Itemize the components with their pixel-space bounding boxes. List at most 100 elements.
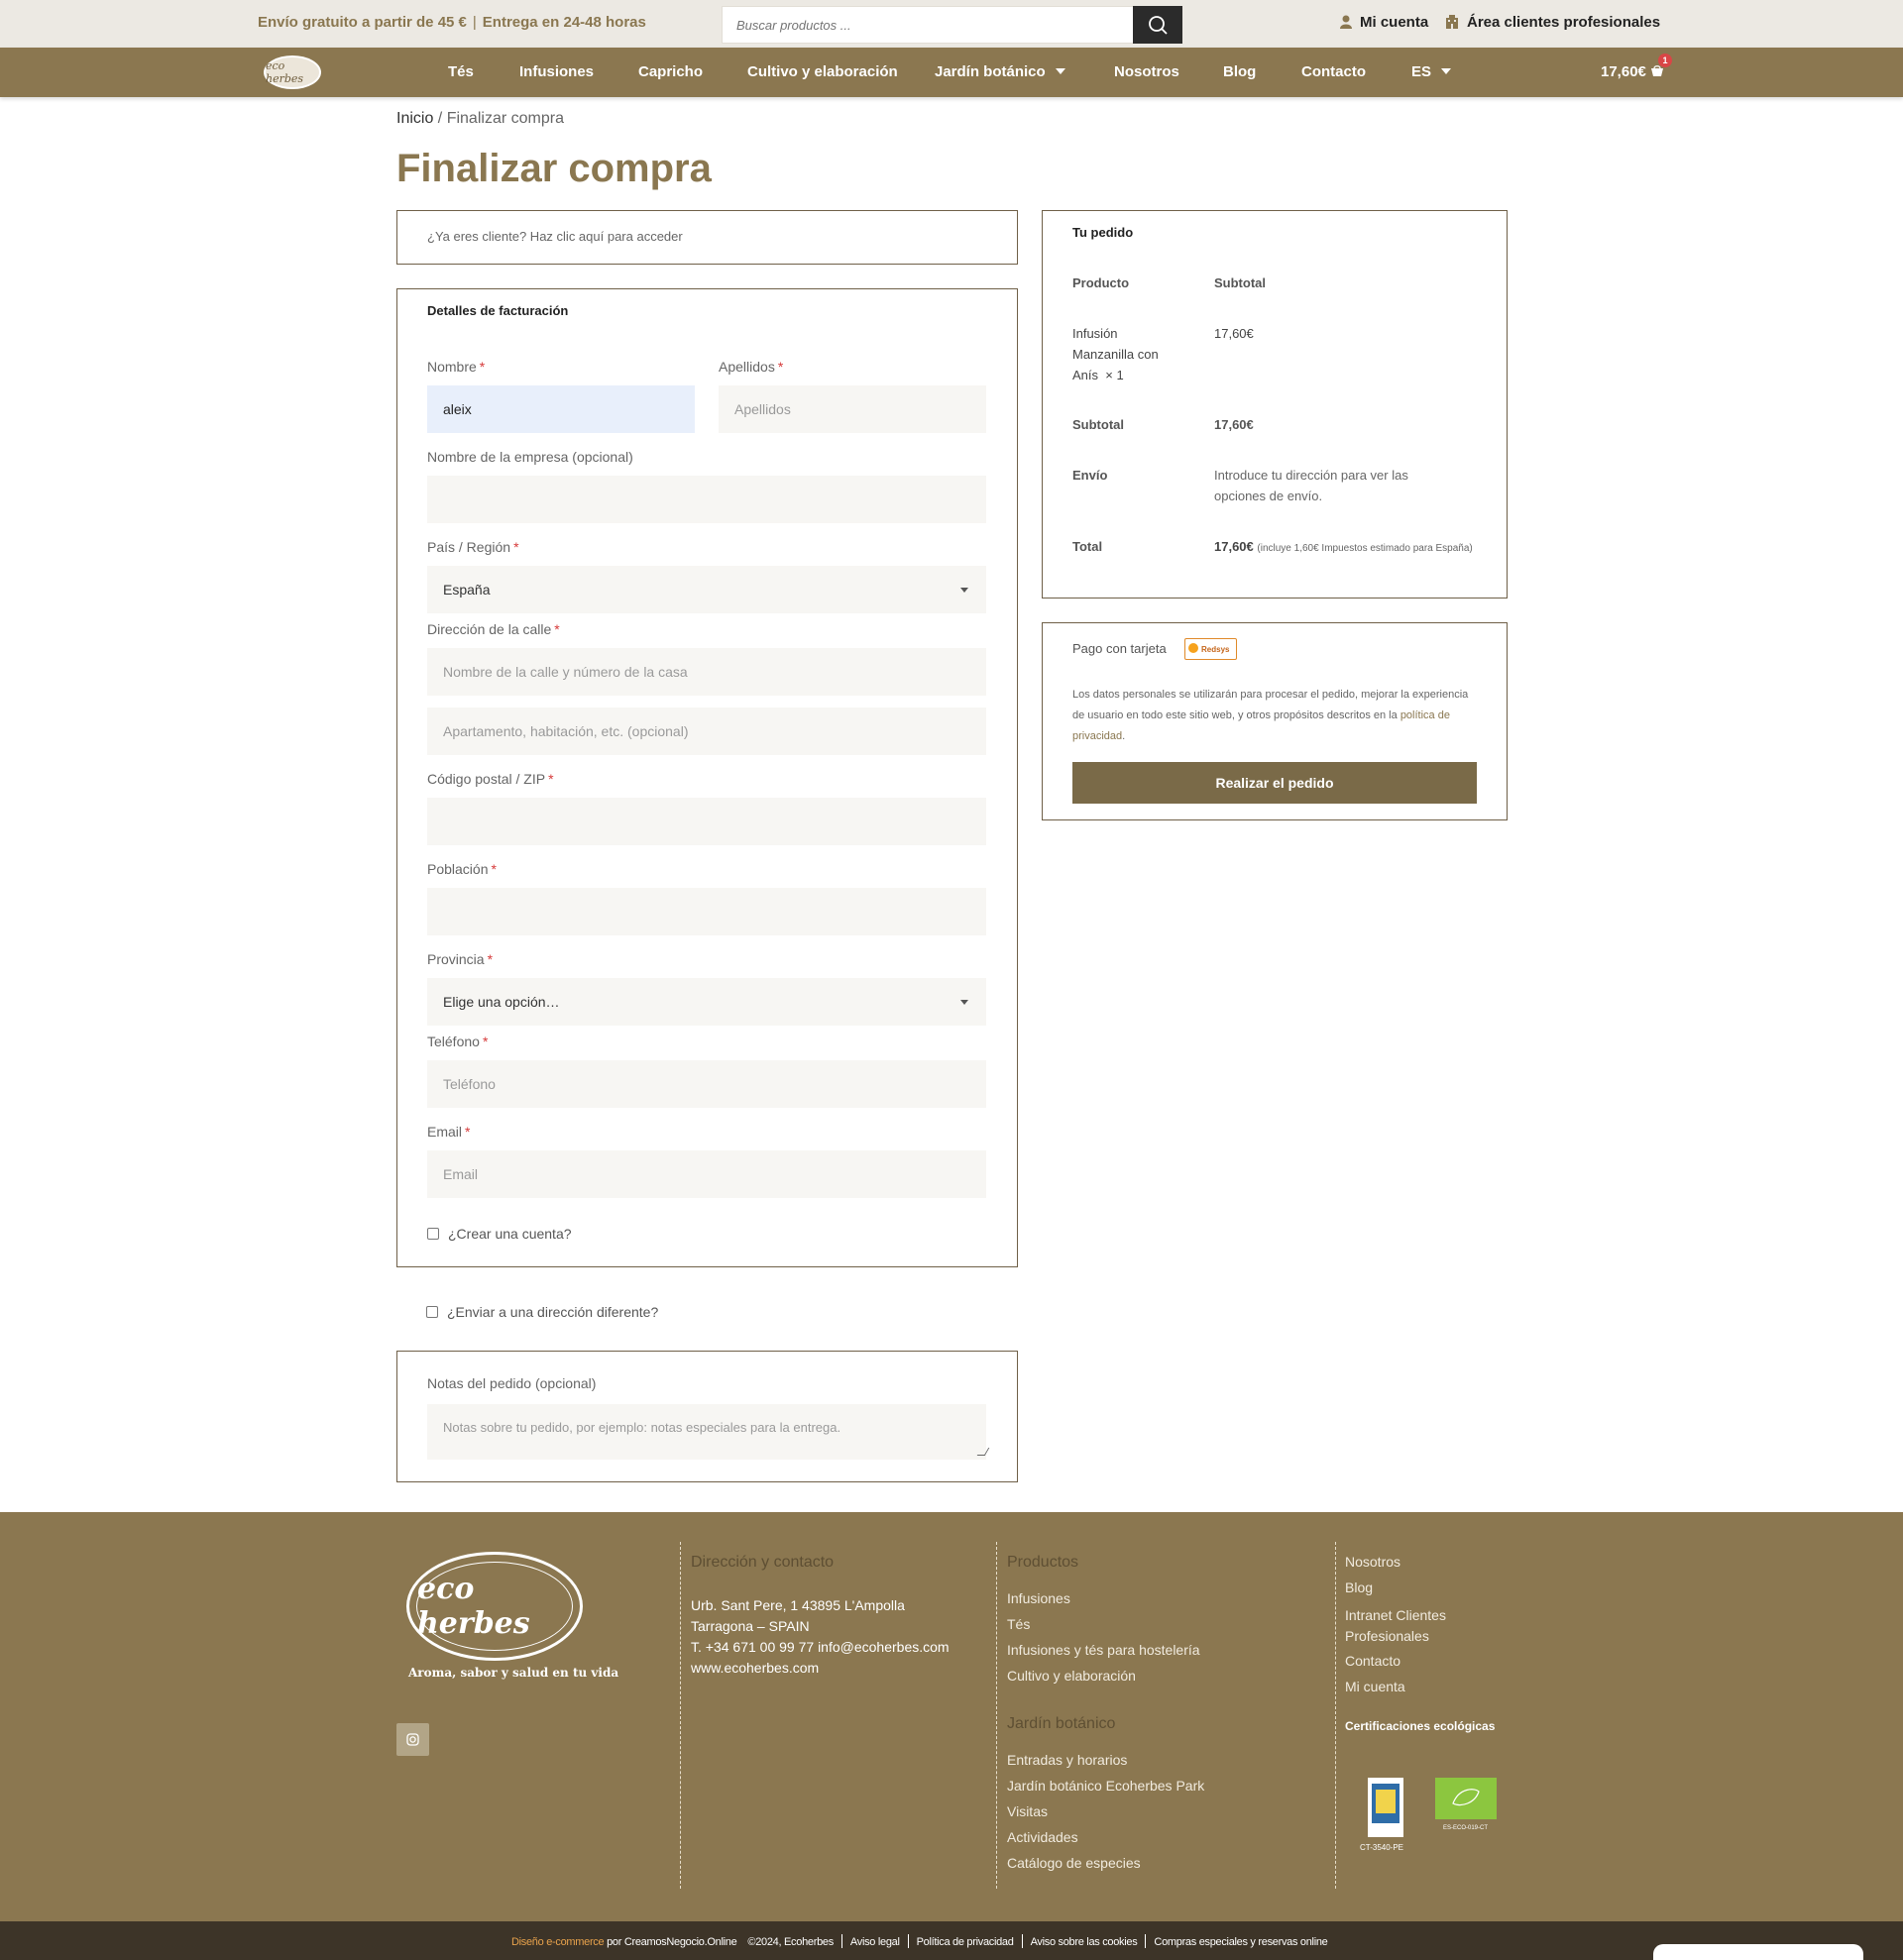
footer-link-infusiones[interactable]: Infusiones xyxy=(1007,1590,1070,1606)
footer-link-actividades[interactable]: Actividades xyxy=(1007,1829,1078,1845)
email-field[interactable]: Email xyxy=(427,1150,986,1198)
empresa-field[interactable] xyxy=(427,476,986,523)
order-summary: Tu pedido Producto Subtotal Infusión Man… xyxy=(1042,210,1508,599)
garden-heading: Jardín botánico xyxy=(1007,1715,1116,1732)
cookies-link[interactable]: Aviso sobre las cookies xyxy=(1031,1936,1138,1948)
order-heading: Tu pedido xyxy=(1072,225,1134,240)
apellidos-label: Apellidos * xyxy=(719,359,783,375)
chat-widget[interactable] xyxy=(1653,1944,1863,1960)
breadcrumb: Inicio / Finalizar compra xyxy=(396,110,564,128)
my-account-label: Mi cuenta xyxy=(1360,14,1429,31)
create-account-label[interactable]: ¿Crear una cuenta? xyxy=(448,1226,572,1242)
language-selector[interactable]: ES xyxy=(1411,63,1452,80)
apellidos-field[interactable]: Apellidos xyxy=(719,385,986,433)
cart-button[interactable]: 17,60€ 1 xyxy=(1601,54,1673,80)
create-account-checkbox[interactable] xyxy=(427,1228,439,1240)
redsys-dot-icon xyxy=(1188,643,1198,653)
site-logo[interactable]: eco herbes xyxy=(264,55,321,89)
nav-item-blog[interactable]: Blog xyxy=(1223,63,1256,80)
provincia-select[interactable]: Elige una opción… xyxy=(427,978,986,1026)
language-label: ES xyxy=(1411,63,1432,80)
phone[interactable]: T. +34 671 00 99 77 xyxy=(691,1639,814,1655)
email-label: Email * xyxy=(427,1124,470,1140)
shipping-label: Envío xyxy=(1072,468,1108,483)
search-input[interactable] xyxy=(723,7,1134,43)
poblacion-field[interactable] xyxy=(427,888,986,935)
redsys-text: Redsys xyxy=(1201,645,1230,654)
total-tax-note: (incluye 1,60€ Impuestos estimado para E… xyxy=(1257,543,1473,554)
cp-label: Código postal / ZIP * xyxy=(427,771,554,787)
login-link[interactable]: ¿Ya eres cliente? Haz clic aquí para acc… xyxy=(427,229,683,244)
telefono-label: Teléfono * xyxy=(427,1034,488,1049)
required-mark: * xyxy=(479,359,486,375)
nav-item-infusiones[interactable]: Infusiones xyxy=(519,63,594,80)
place-order-button[interactable]: Realizar el pedido xyxy=(1072,762,1477,804)
email-label-text: Email xyxy=(427,1124,463,1140)
nav-item-cultivo[interactable]: Cultivo y elaboración xyxy=(747,63,898,80)
calle2-field[interactable]: Apartamento, habitación, etc. (opcional) xyxy=(427,708,986,755)
cert2-code: ES-ECO-019-CT xyxy=(1443,1825,1489,1831)
cert1-code: CT-3540-PE xyxy=(1360,1843,1404,1852)
cp-field[interactable] xyxy=(427,798,986,845)
footer-link-tes[interactable]: Tés xyxy=(1007,1616,1030,1632)
page-title: Finalizar compra xyxy=(396,147,712,190)
ship-different-label[interactable]: ¿Enviar a una dirección diferente? xyxy=(447,1304,658,1320)
contact-line: T. +34 671 00 99 77 info@ecoherbes.com xyxy=(691,1637,950,1658)
nav-item-contacto[interactable]: Contacto xyxy=(1301,63,1366,80)
email-link[interactable]: info@ecoherbes.com xyxy=(818,1639,950,1655)
payment-method-label[interactable]: Pago con tarjeta xyxy=(1072,641,1167,656)
required-mark: * xyxy=(465,1124,471,1140)
nav-item-tes[interactable]: Tés xyxy=(448,63,474,80)
cp-label-text: Código postal / ZIP xyxy=(427,771,546,787)
footer-link-catalogo[interactable]: Catálogo de especies xyxy=(1007,1855,1141,1871)
nav-item-capricho[interactable]: Capricho xyxy=(638,63,703,80)
address-line-1: Urb. Sant Pere, 1 43895 L'Ampolla xyxy=(691,1597,905,1613)
footer-divider xyxy=(1335,1542,1336,1889)
nombre-field[interactable]: aleix xyxy=(427,385,695,433)
special-orders-link[interactable]: Compras especiales y reservas online xyxy=(1154,1936,1327,1948)
nombre-label-text: Nombre xyxy=(427,359,477,375)
footer-link-cultivo[interactable]: Cultivo y elaboración xyxy=(1007,1668,1136,1684)
provincia-label-text: Provincia xyxy=(427,951,485,967)
website-link[interactable]: www.ecoherbes.com xyxy=(691,1658,950,1679)
redsys-logo: Redsys xyxy=(1184,638,1237,660)
required-mark: * xyxy=(487,951,494,967)
footer-link-blog[interactable]: Blog xyxy=(1345,1579,1373,1595)
contact-heading: Dirección y contacto xyxy=(691,1554,835,1571)
instagram-button[interactable] xyxy=(396,1723,429,1756)
my-account-link[interactable]: Mi cuenta xyxy=(1340,14,1428,31)
footer-logo[interactable]: eco herbes xyxy=(406,1552,583,1661)
pais-select[interactable]: España xyxy=(427,566,986,613)
cart-icon xyxy=(1651,65,1664,76)
search-button[interactable] xyxy=(1133,6,1182,44)
pro-area-link[interactable]: Área clientes profesionales xyxy=(1445,14,1660,31)
nav-item-jardin[interactable]: Jardín botánico xyxy=(935,63,1065,80)
promo-shipping: Envío gratuito a partir de 45 € xyxy=(258,14,467,31)
telefono-field[interactable]: Teléfono xyxy=(427,1060,986,1108)
design-by[interactable]: por CreamosNegocio.Online xyxy=(607,1936,737,1948)
ship-different-checkbox[interactable] xyxy=(426,1306,438,1318)
bottom-bar: Diseño e-commerce por CreamosNegocio.Onl… xyxy=(0,1921,1903,1960)
pais-label-text: País / Región xyxy=(427,539,511,555)
legal-link[interactable]: Aviso legal xyxy=(850,1936,900,1948)
search-bar xyxy=(722,6,1182,44)
breadcrumb-home[interactable]: Inicio xyxy=(396,110,433,127)
notes-textarea[interactable]: Notas sobre tu pedido, por ejemplo: nota… xyxy=(427,1404,986,1460)
footer-link-entradas[interactable]: Entradas y horarios xyxy=(1007,1752,1127,1768)
footer-link-nosotros[interactable]: Nosotros xyxy=(1345,1554,1400,1570)
footer-link-contacto[interactable]: Contacto xyxy=(1345,1653,1400,1669)
footer-tagline: Aroma, sabor y salud en tu vida xyxy=(408,1666,619,1680)
poblacion-label-text: Población xyxy=(427,861,489,877)
calle-field[interactable]: Nombre de la calle y número de la casa xyxy=(427,648,986,696)
footer-link-mi-cuenta[interactable]: Mi cuenta xyxy=(1345,1679,1405,1694)
footer-link-park[interactable]: Jardín botánico Ecoherbes Park xyxy=(1007,1778,1204,1794)
footer-link-visitas[interactable]: Visitas xyxy=(1007,1803,1048,1819)
footer-link-hosteleria[interactable]: Infusiones y tés para hostelería xyxy=(1007,1642,1200,1658)
nav-item-nosotros[interactable]: Nosotros xyxy=(1114,63,1179,80)
search-icon xyxy=(1149,16,1168,35)
design-link[interactable]: Diseño e-commerce xyxy=(511,1936,605,1948)
footer-link-intranet[interactable]: Intranet Clientes Profesionales xyxy=(1345,1605,1464,1647)
privacy-link[interactable]: Política de privacidad xyxy=(917,1936,1014,1948)
nav-item-jardin-label: Jardín botánico xyxy=(935,63,1046,80)
address-line-2: Tarragona – SPAIN xyxy=(691,1618,810,1634)
